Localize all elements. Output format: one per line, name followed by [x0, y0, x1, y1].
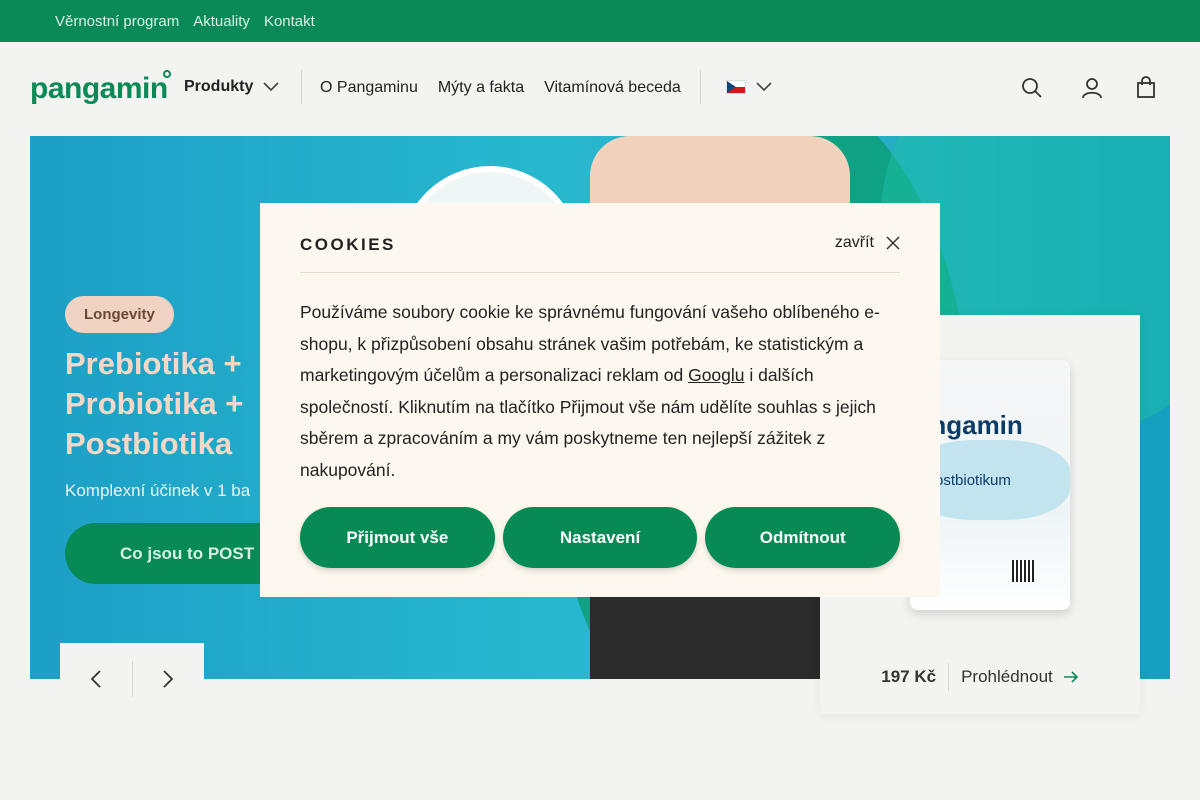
- czech-flag-icon: [726, 80, 746, 94]
- nav-item-vitamins[interactable]: Vitamínová beceda: [544, 79, 681, 97]
- topbar-link-contact[interactable]: Kontakt: [264, 13, 315, 30]
- reject-button[interactable]: Odmítnout: [705, 507, 901, 568]
- close-button[interactable]: zavřít: [835, 234, 900, 252]
- main-nav: O Pangaminu Mýty a fakta Vitamínová bece…: [320, 79, 681, 97]
- products-label: Produkty: [184, 78, 254, 95]
- language-selector[interactable]: [726, 80, 772, 94]
- slider-controls: [60, 643, 204, 715]
- cookies-text: Používáme soubory cookie ke správnému fu…: [300, 297, 905, 486]
- chevron-down-icon: [263, 82, 279, 92]
- user-icon[interactable]: [1080, 76, 1104, 100]
- logo-text: pangamin: [30, 72, 168, 105]
- site-header: pangamin Produkty O Pangaminu Mýty a fak…: [0, 42, 1200, 136]
- nav-item-about[interactable]: O Pangaminu: [320, 79, 418, 97]
- arrow-right-icon: [1063, 671, 1078, 683]
- cart-icon[interactable]: [1134, 76, 1158, 100]
- qr-code-icon: [1012, 560, 1034, 582]
- google-link[interactable]: Googlu: [688, 365, 744, 385]
- close-label: zavřít: [834, 234, 874, 251]
- logo-dot-icon: [162, 70, 171, 78]
- hero-subtitle: Komplexní účinek v 1 ba: [65, 481, 251, 500]
- top-bar: Věrnostní program Aktuality Kontakt: [0, 0, 1200, 42]
- product-price-row: 197 Kč Prohlédnout: [820, 663, 1140, 691]
- cookies-buttons: Přijmout vše Nastavení Odmítnout: [300, 507, 901, 568]
- chevron-right-icon: [163, 670, 174, 688]
- settings-button[interactable]: Nastavení: [502, 507, 698, 568]
- chevron-left-icon: [90, 670, 101, 688]
- view-product-label: Prohlédnout: [961, 667, 1053, 686]
- close-icon: [886, 236, 900, 250]
- nav-divider: [700, 70, 701, 104]
- chevron-down-icon: [756, 82, 772, 92]
- logo[interactable]: pangamin: [30, 70, 171, 106]
- hero-badge: Longevity: [65, 296, 174, 333]
- view-product-link[interactable]: Prohlédnout: [961, 667, 1079, 687]
- topbar-link-loyalty[interactable]: Věrnostní program: [55, 13, 179, 30]
- search-icon[interactable]: [1020, 76, 1044, 100]
- products-menu[interactable]: Produkty: [184, 78, 279, 96]
- cookies-dialog: COOKIES zavřít Používáme soubory cookie …: [260, 203, 940, 597]
- slider-prev-button[interactable]: [60, 643, 132, 715]
- slider-next-button[interactable]: [133, 643, 205, 715]
- cookies-title: COOKIES: [300, 235, 396, 254]
- nav-item-myths[interactable]: Mýty a fakta: [438, 79, 524, 97]
- dialog-divider: [300, 272, 900, 273]
- accept-all-button[interactable]: Přijmout vše: [300, 507, 495, 568]
- price-divider: [948, 663, 950, 691]
- product-price: 197 Kč: [881, 667, 937, 686]
- nav-divider: [301, 70, 302, 104]
- topbar-link-news[interactable]: Aktuality: [193, 13, 250, 30]
